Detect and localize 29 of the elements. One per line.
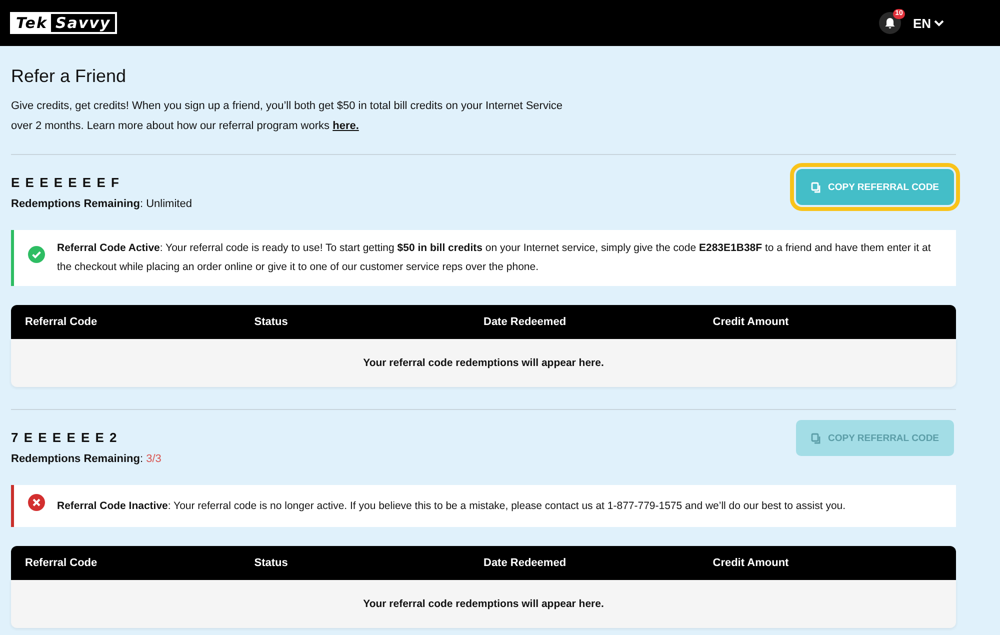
empty-table-message: Your referral code redemptions will appear here. (11, 580, 956, 628)
redemptions-remaining: Redemptions Remaining: 3/3 (11, 453, 162, 465)
logo-text: Tek (12, 14, 52, 32)
column-header: Date Redeemed (484, 316, 568, 328)
column-header: Credit Amount (712, 557, 790, 569)
referral-code: 7 E E E E E E 2 (11, 430, 119, 445)
copy-icon (810, 432, 821, 444)
column-header: Status (254, 557, 289, 569)
chevron-down-icon (934, 20, 944, 26)
page-title: Refer a Friend (11, 66, 128, 87)
error-circle-icon (28, 494, 45, 511)
intro-text: Give credits, get credits! When you sign up a friend, you’ll both get $50 in total bill credits on your Internet Service over 2 months. Learn more about how our referral program works here. (11, 99, 564, 134)
column-header: Credit Amount (712, 316, 790, 328)
column-header: Referral Code (25, 316, 98, 328)
logo-text: Savvy (54, 14, 112, 32)
alert-message: Referral Code Active: Your referral code is ready to use! To start getting $50 in bill credits on your Internet service, simply give the code E283E1B38F to a friend and have them enter it at the checkout while placing an order online or give it to one of our customer service reps over the phone. (57, 241, 932, 275)
column-header: Status (254, 316, 289, 328)
column-header: Date Redeemed (484, 557, 568, 569)
here-link[interactable]: here. (332, 120, 359, 132)
column-header: Referral Code (25, 557, 98, 569)
copy-icon (810, 182, 821, 192)
bell-icon (884, 17, 896, 29)
empty-table-message: Your referral code redemptions will appear here. (11, 339, 956, 387)
logo[interactable]: Tek Savvy (10, 12, 117, 34)
check-circle-icon (28, 246, 45, 263)
referral-code: E E E E E E E F (11, 175, 121, 190)
redemptions-remaining: Redemptions Remaining: Unlimited (11, 198, 192, 210)
language-selector[interactable]: EN (912, 16, 944, 30)
alert-message: Referral Code Inactive: Your referral code is no longer active. If you believe this to be a mistake, please contact us at 1-877-779-1575 and we’ll do our best to assist you. (57, 498, 846, 514)
